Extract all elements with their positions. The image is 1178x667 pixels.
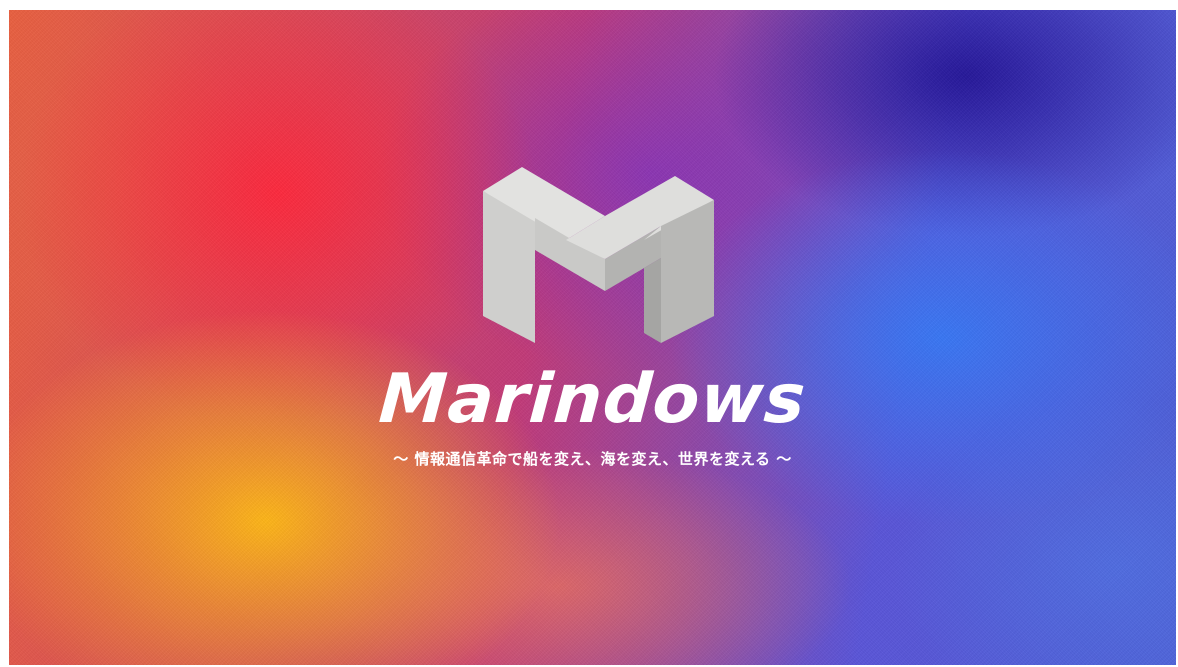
brand-name: Marindows [376, 360, 809, 439]
tagline: 〜 情報通信革命で船を変え、海を変え、世界を変える 〜 [393, 450, 792, 468]
m-letter-logo-icon [483, 167, 714, 343]
hero-banner: Marindows 〜 情報通信革命で船を変え、海を変え、世界を変える 〜 [9, 10, 1176, 665]
